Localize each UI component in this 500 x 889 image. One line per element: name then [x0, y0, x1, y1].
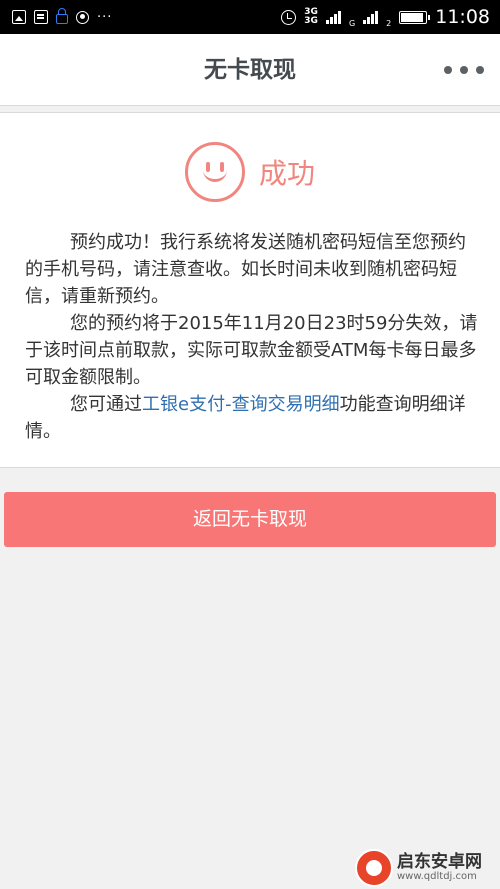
message-paragraph-2: 您的预约将于2015年11月20日23时59分失效，请于该时间点前取款，实际可取…: [25, 313, 478, 388]
return-button[interactable]: 返回无卡取现: [4, 492, 496, 547]
network-type-label: 3G 3G: [304, 7, 318, 26]
watermark-logo-icon: [355, 848, 393, 887]
more-dot-icon: [476, 66, 484, 74]
alarm-icon: [281, 9, 297, 25]
success-header: 成功: [0, 141, 500, 203]
smile-mouth: [202, 166, 227, 182]
message-paragraph-1: 预约成功！我行系统将发送随机密码短信至您预约的手机号码，请注意查收。如长时间未收…: [25, 232, 466, 307]
message-notification-icon: [34, 10, 48, 24]
watermark: 启东安卓网 www.qdltdj.com: [355, 846, 500, 889]
app-bar: 无卡取现: [0, 34, 500, 106]
success-title: 成功: [258, 157, 315, 190]
record-notification-icon: [76, 10, 89, 24]
signal-strength-2-icon: [363, 10, 379, 24]
status-notifications: ···: [12, 8, 113, 25]
page-title: 无卡取现: [204, 57, 296, 83]
sim-label: G: [348, 19, 356, 28]
smile-icon: [184, 142, 245, 202]
message-paragraph-3: 您可通过工银e支付-查询交易明细功能查询明细详情。: [25, 391, 480, 445]
battery-icon: [399, 10, 431, 24]
image-notification-icon: [12, 10, 26, 24]
watermark-text: 启东安卓网 www.qdltdj.com: [397, 851, 482, 883]
transaction-details-link[interactable]: 工银e支付-查询交易明细: [142, 394, 340, 415]
clock: 11:08: [435, 6, 490, 28]
watermark-url: www.qdltdj.com: [397, 871, 477, 883]
more-options-button[interactable]: [444, 60, 484, 80]
result-card: 成功 预约成功！我行系统将发送随机密码短信至您预约的手机号码，请注意查收。如长时…: [0, 112, 500, 468]
status-indicators: 3G 3G G 2 11:08: [281, 6, 490, 28]
watermark-name: 启东安卓网: [397, 851, 482, 872]
more-notifications-icon: ···: [97, 9, 113, 25]
more-dot-icon: [460, 66, 468, 74]
lock-notification-icon: [56, 8, 68, 24]
more-dot-icon: [444, 66, 452, 74]
signal-strength-icon: [325, 10, 341, 24]
sim-2-label: 2: [386, 19, 392, 28]
paragraph-3-prefix: 您可通过: [70, 394, 142, 415]
result-message: 预约成功！我行系统将发送随机密码短信至您预约的手机号码，请注意查收。如长时间未收…: [25, 229, 480, 445]
status-bar: ··· 3G 3G G 2 11:08: [0, 0, 500, 34]
